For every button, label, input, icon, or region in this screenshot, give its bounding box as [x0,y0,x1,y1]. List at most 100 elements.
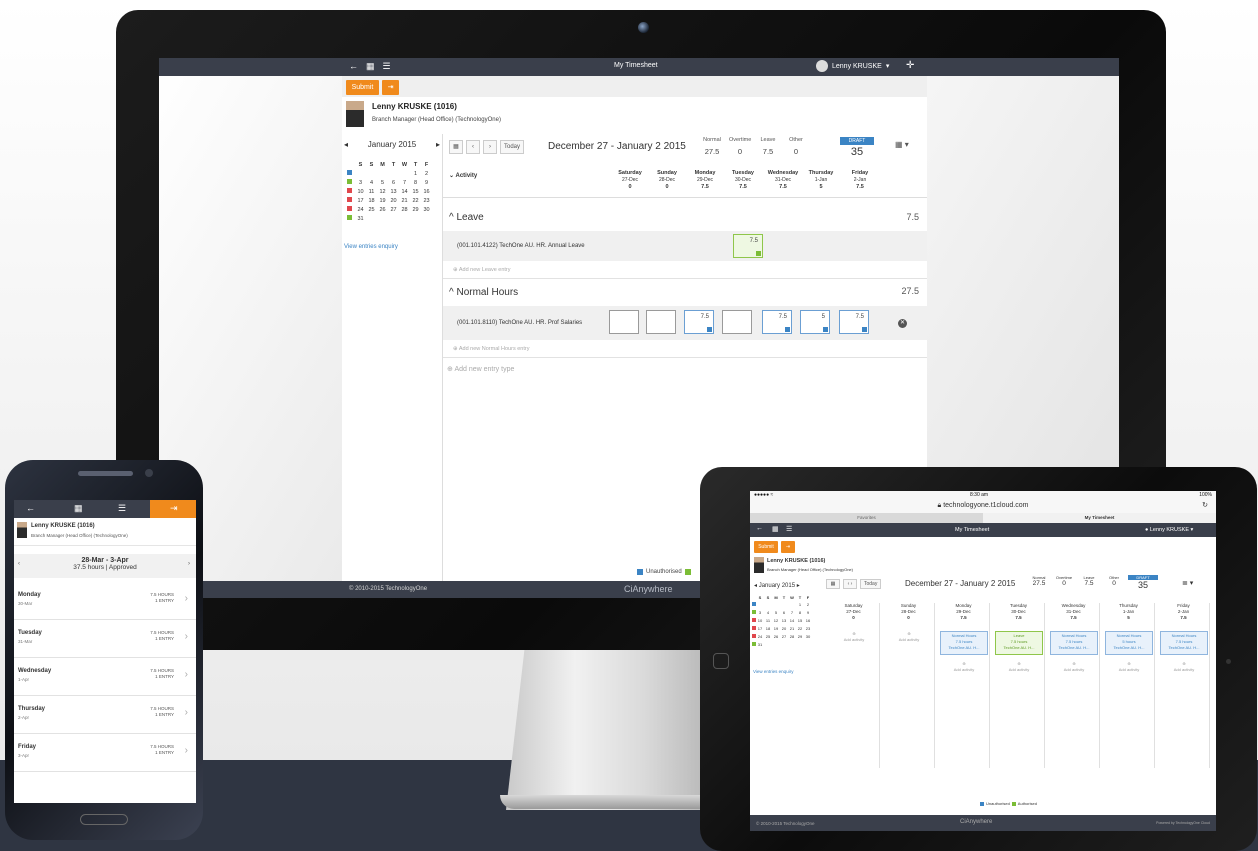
prev-week-icon[interactable]: ‹ [18,561,20,567]
prev-week-button[interactable]: ‹ › [843,579,857,589]
calendar-day[interactable]: 9 [421,178,432,187]
add-normal-hours-entry[interactable]: ⊕ Add new Normal Hours entry [453,346,529,352]
export-button[interactable]: ⇥ [382,80,399,95]
calendar-day[interactable]: 24 [756,632,764,640]
apps-grid-icon[interactable]: ▦ [772,525,779,533]
pin-icon[interactable]: ✛ [906,60,914,71]
calendar-day[interactable]: 9 [804,608,812,616]
calendar-day[interactable] [788,640,796,648]
reload-icon[interactable]: ↻ [1202,499,1208,513]
hours-cell-wednesday[interactable]: 7.5 [762,310,792,334]
calendar-day[interactable] [764,600,772,608]
calendar-day[interactable]: 13 [780,616,788,624]
calendar-week[interactable]: 12 [344,169,432,178]
calendar-day[interactable]: 17 [756,624,764,632]
calendar-day[interactable] [780,600,788,608]
back-arrow-icon[interactable]: ← [26,503,35,513]
calendar-day[interactable]: 31 [355,214,366,223]
export-button[interactable]: ⇥ [781,541,795,553]
entry-card[interactable]: Leave 7.5 hours TechOne AU. H... [995,631,1043,655]
calendar-day[interactable]: 5 [377,178,388,187]
calendar-day[interactable]: 5 [772,608,780,616]
view-toggle-icon[interactable]: ≣ ▾ [1182,579,1193,587]
calendar-day[interactable]: 21 [399,196,410,205]
calendar-picker-icon[interactable]: ▦ [826,579,840,589]
calendar-day[interactable]: 28 [788,632,796,640]
entry-card[interactable]: Normal Hours 5 hours TechOne AU. H... [1105,631,1153,655]
calendar-day[interactable]: 22 [410,196,421,205]
calendar-day[interactable]: 16 [804,616,812,624]
calendar-day[interactable]: 10 [355,187,366,196]
section-normal-hours[interactable]: ^ Normal Hours [449,287,518,298]
calendar-day[interactable]: 13 [388,187,399,196]
calendar-day[interactable]: 17 [355,196,366,205]
add-activity[interactable]: ⊕ Add activity [828,631,880,643]
calendar-day[interactable]: 18 [366,196,377,205]
menu-icon[interactable]: ☰ [786,525,792,533]
list-item[interactable]: Wednesday 1-Apr 7.5 HOURS 1 ENTRY › [14,658,196,696]
add-activity[interactable]: ⊕ Add activity [993,661,1045,673]
calendar-day[interactable]: 6 [388,178,399,187]
calendar-day[interactable]: 30 [804,632,812,640]
calendar-week[interactable]: 10 11 12 13 14 15 16 [344,187,432,196]
calendar-week[interactable]: 24 25 26 27 28 29 30 [752,632,812,640]
entry-card[interactable]: Normal Hours 7.5 hours TechOne AU. H... [940,631,988,655]
calendar-day[interactable] [772,600,780,608]
home-button[interactable] [713,653,729,669]
apps-grid-icon[interactable]: ▦ [366,61,375,72]
back-arrow-icon[interactable]: ← [756,525,763,532]
calendar-day[interactable]: 14 [788,616,796,624]
hours-cell-sunday[interactable] [646,310,676,334]
calendar-day[interactable]: 1 [410,169,421,178]
list-item[interactable]: Thursday 2-Apr 7.5 HOURS 1 ENTRY › [14,696,196,734]
calendar-week[interactable]: 24 25 26 27 28 29 30 [344,205,432,214]
prev-month-icon[interactable]: ◂ [344,140,348,149]
export-button[interactable]: ⇥ [150,500,196,518]
calendar-day[interactable]: 2 [421,169,432,178]
hours-cell-friday[interactable]: 7.5 [839,310,869,334]
prev-week-button[interactable]: ‹ [466,140,480,154]
add-activity[interactable]: ⊕ Add activity [1103,661,1155,673]
calendar-day[interactable]: 4 [366,178,377,187]
next-week-button[interactable]: › [483,140,497,154]
hours-cell-saturday[interactable] [609,310,639,334]
next-week-icon[interactable]: › [188,561,190,567]
submit-button[interactable]: Submit [754,541,778,553]
calendar-day[interactable]: 12 [772,616,780,624]
tab-favorites[interactable]: Favorites [750,513,983,523]
calendar-day[interactable]: 27 [780,632,788,640]
calendar-day[interactable]: 19 [377,196,388,205]
calendar-day[interactable] [796,640,804,648]
calendar-week[interactable]: 3456789 [752,608,812,616]
calendar-day[interactable]: 8 [410,178,421,187]
calendar-day[interactable] [756,600,764,608]
add-activity[interactable]: ⊕ Add activity [1048,661,1100,673]
entry-card[interactable]: Normal Hours 7.5 hours TechOne AU. H... [1160,631,1208,655]
view-entries-link[interactable]: View entries enquiry [753,669,793,674]
activity-header[interactable]: ⌄ Activity [449,172,477,179]
calendar-day[interactable]: 23 [804,624,812,632]
apps-grid-icon[interactable]: ▦ [74,503,83,514]
today-button[interactable]: Today [860,579,882,589]
home-button[interactable] [80,814,128,825]
today-button[interactable]: Today [500,140,525,154]
calendar-picker-icon[interactable]: ▦ [449,140,463,154]
add-activity[interactable]: ⊕ Add activity [938,661,990,673]
menu-icon[interactable]: ☰ [118,503,126,514]
calendar-week[interactable]: 10 11 12 13 14 15 16 [752,616,812,624]
calendar-day[interactable]: 15 [796,616,804,624]
submit-button[interactable]: Submit [346,80,379,95]
calendar-week[interactable]: 17 18 19 20 21 22 23 [752,624,812,632]
calendar-week[interactable]: 3456789 [344,178,432,187]
add-activity[interactable]: ⊕ Add activity [1158,661,1210,673]
add-leave-entry[interactable]: ⊕ Add new Leave entry [453,267,511,273]
calendar-day[interactable]: 1 [796,600,804,608]
next-month-icon[interactable]: ▸ [436,140,440,149]
calendar-day[interactable]: 23 [421,196,432,205]
calendar-day[interactable]: 10 [756,616,764,624]
back-arrow-icon[interactable]: ← [349,61,358,72]
add-activity[interactable]: ⊕ Add activity [883,631,935,643]
leave-cell-tuesday[interactable]: 7.5 [733,234,763,258]
calendar-day[interactable]: 2 [804,600,812,608]
calendar-day[interactable]: 6 [780,608,788,616]
